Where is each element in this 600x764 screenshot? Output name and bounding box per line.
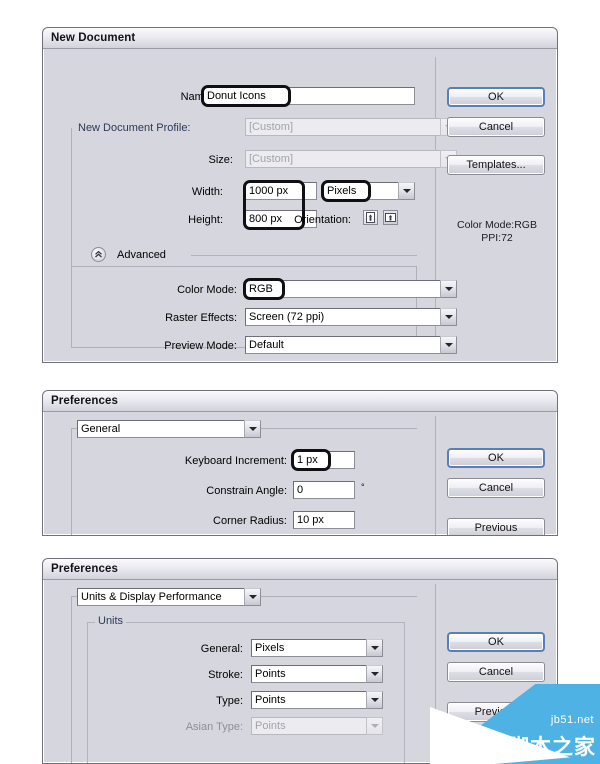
- portrait-orientation-icon[interactable]: [363, 210, 378, 225]
- units-type-value: Points: [251, 691, 366, 709]
- preview-mode-chevron-down-icon[interactable]: [440, 336, 457, 354]
- units-asian-type-value: Points: [251, 717, 366, 735]
- document-name-input[interactable]: Donut Icons: [203, 87, 415, 105]
- preferences-units-ok-button[interactable]: OK: [447, 632, 545, 652]
- new-document-profile-combobox[interactable]: [Custom]: [245, 118, 457, 136]
- preferences-general-title: Preferences: [51, 395, 118, 407]
- keyboard-increment-label: Keyboard Increment:: [184, 455, 287, 467]
- advanced-toggle-button[interactable]: [91, 247, 106, 262]
- advanced-label: Advanced: [117, 249, 166, 261]
- units-value: Pixels: [323, 182, 398, 200]
- color-mode-chevron-down-icon[interactable]: [440, 280, 457, 298]
- preferences-section-chevron-down-icon[interactable]: [244, 420, 261, 438]
- new-document-title: New Document: [51, 32, 136, 44]
- orientation-label: Orientation:: [294, 214, 351, 226]
- raster-effects-value: Screen (72 ppi): [245, 308, 440, 326]
- preferences-section-combobox[interactable]: General: [77, 420, 261, 438]
- size-value: [Custom]: [245, 150, 440, 168]
- preferences-general-body: General Keyboard Increment: 1 px Constra…: [43, 412, 557, 535]
- raster-effects-label: Raster Effects:: [165, 312, 237, 324]
- new-document-templates-button[interactable]: Templates...: [447, 155, 545, 175]
- preferences-units-title: Preferences: [51, 563, 118, 575]
- degree-symbol: °: [361, 482, 365, 492]
- preferences-units-previous-button[interactable]: Previous: [447, 702, 545, 722]
- preferences-section-value: General: [77, 420, 244, 438]
- corner-radius-label: Corner Radius:: [213, 515, 287, 527]
- size-combobox[interactable]: [Custom]: [245, 150, 457, 168]
- preferences-general-titlebar: Preferences: [43, 391, 557, 412]
- constrain-angle-label: Constrain Angle:: [206, 485, 287, 497]
- new-document-profile-label: New Document Profile:: [75, 121, 211, 135]
- preferences-units-titlebar: Preferences: [43, 559, 557, 580]
- panel-divider: [435, 416, 436, 535]
- corner-radius-input[interactable]: 10 px: [293, 511, 355, 529]
- units-type-combobox[interactable]: Points: [251, 691, 383, 709]
- screenshot-root: New Document Name: Donut Icons New Docum…: [0, 0, 600, 764]
- size-label: Size:: [208, 154, 233, 166]
- info-ppi: PPI:72: [481, 232, 513, 244]
- preferences-units-body: Units & Display Performance Units Genera…: [43, 580, 557, 763]
- panel-divider: [435, 584, 436, 763]
- preferences-general-previous-button[interactable]: Previous: [447, 518, 545, 535]
- units-stroke-label: Stroke:: [208, 669, 243, 681]
- preview-mode-label: Preview Mode:: [164, 340, 237, 352]
- units-combobox[interactable]: Pixels: [323, 182, 415, 200]
- preferences-general-ok-button[interactable]: OK: [447, 448, 545, 468]
- units-group-label: Units: [95, 615, 127, 627]
- units-asian-type-combobox: Points: [251, 717, 383, 735]
- landscape-orientation-icon[interactable]: [383, 210, 398, 225]
- new-document-dialog: New Document Name: Donut Icons New Docum…: [42, 27, 558, 363]
- new-document-ok-button[interactable]: OK: [447, 87, 545, 107]
- units-type-label: Type:: [216, 695, 243, 707]
- new-document-cancel-button[interactable]: Cancel: [447, 117, 545, 137]
- height-label: Height:: [188, 214, 223, 226]
- units-general-value: Pixels: [251, 639, 366, 657]
- preferences-section-value: Units & Display Performance: [77, 588, 244, 606]
- units-asian-type-chevron-down-icon: [366, 717, 383, 735]
- preview-mode-value: Default: [245, 336, 440, 354]
- preferences-section-combobox[interactable]: Units & Display Performance: [77, 588, 261, 606]
- color-mode-value: RGB: [245, 280, 440, 298]
- units-general-combobox[interactable]: Pixels: [251, 639, 383, 657]
- constrain-angle-input[interactable]: 0: [293, 481, 355, 499]
- chevron-double-up-icon: [95, 250, 102, 258]
- preferences-general-dialog: Preferences General Keyboard Increment: …: [42, 390, 558, 536]
- advanced-rule: [191, 255, 417, 256]
- new-document-titlebar: New Document: [43, 28, 557, 49]
- info-color-mode: Color Mode:RGB: [457, 219, 537, 231]
- color-mode-label: Color Mode:: [177, 284, 237, 296]
- keyboard-increment-input[interactable]: 1 px: [293, 451, 355, 469]
- units-general-chevron-down-icon[interactable]: [366, 639, 383, 657]
- units-type-chevron-down-icon[interactable]: [366, 691, 383, 709]
- units-stroke-value: Points: [251, 665, 366, 683]
- preferences-units-dialog: Preferences Units & Display Performance …: [42, 558, 558, 764]
- raster-effects-combobox[interactable]: Screen (72 ppi): [245, 308, 457, 326]
- units-chevron-down-icon[interactable]: [398, 182, 415, 200]
- raster-effects-chevron-down-icon[interactable]: [440, 308, 457, 326]
- new-document-body: Name: Donut Icons New Document Profile: …: [43, 49, 557, 362]
- units-asian-type-label: Asian Type:: [185, 721, 243, 733]
- preferences-section-chevron-down-icon[interactable]: [244, 588, 261, 606]
- preferences-general-cancel-button[interactable]: Cancel: [447, 478, 545, 498]
- document-info-text: Color Mode:RGB PPI:72: [441, 219, 553, 245]
- units-stroke-chevron-down-icon[interactable]: [366, 665, 383, 683]
- units-general-label: General:: [200, 643, 243, 655]
- units-stroke-combobox[interactable]: Points: [251, 665, 383, 683]
- color-mode-combobox[interactable]: RGB: [245, 280, 457, 298]
- preferences-units-cancel-button[interactable]: Cancel: [447, 662, 545, 682]
- preview-mode-combobox[interactable]: Default: [245, 336, 457, 354]
- new-document-profile-value: [Custom]: [245, 118, 440, 136]
- width-label: Width:: [191, 186, 223, 198]
